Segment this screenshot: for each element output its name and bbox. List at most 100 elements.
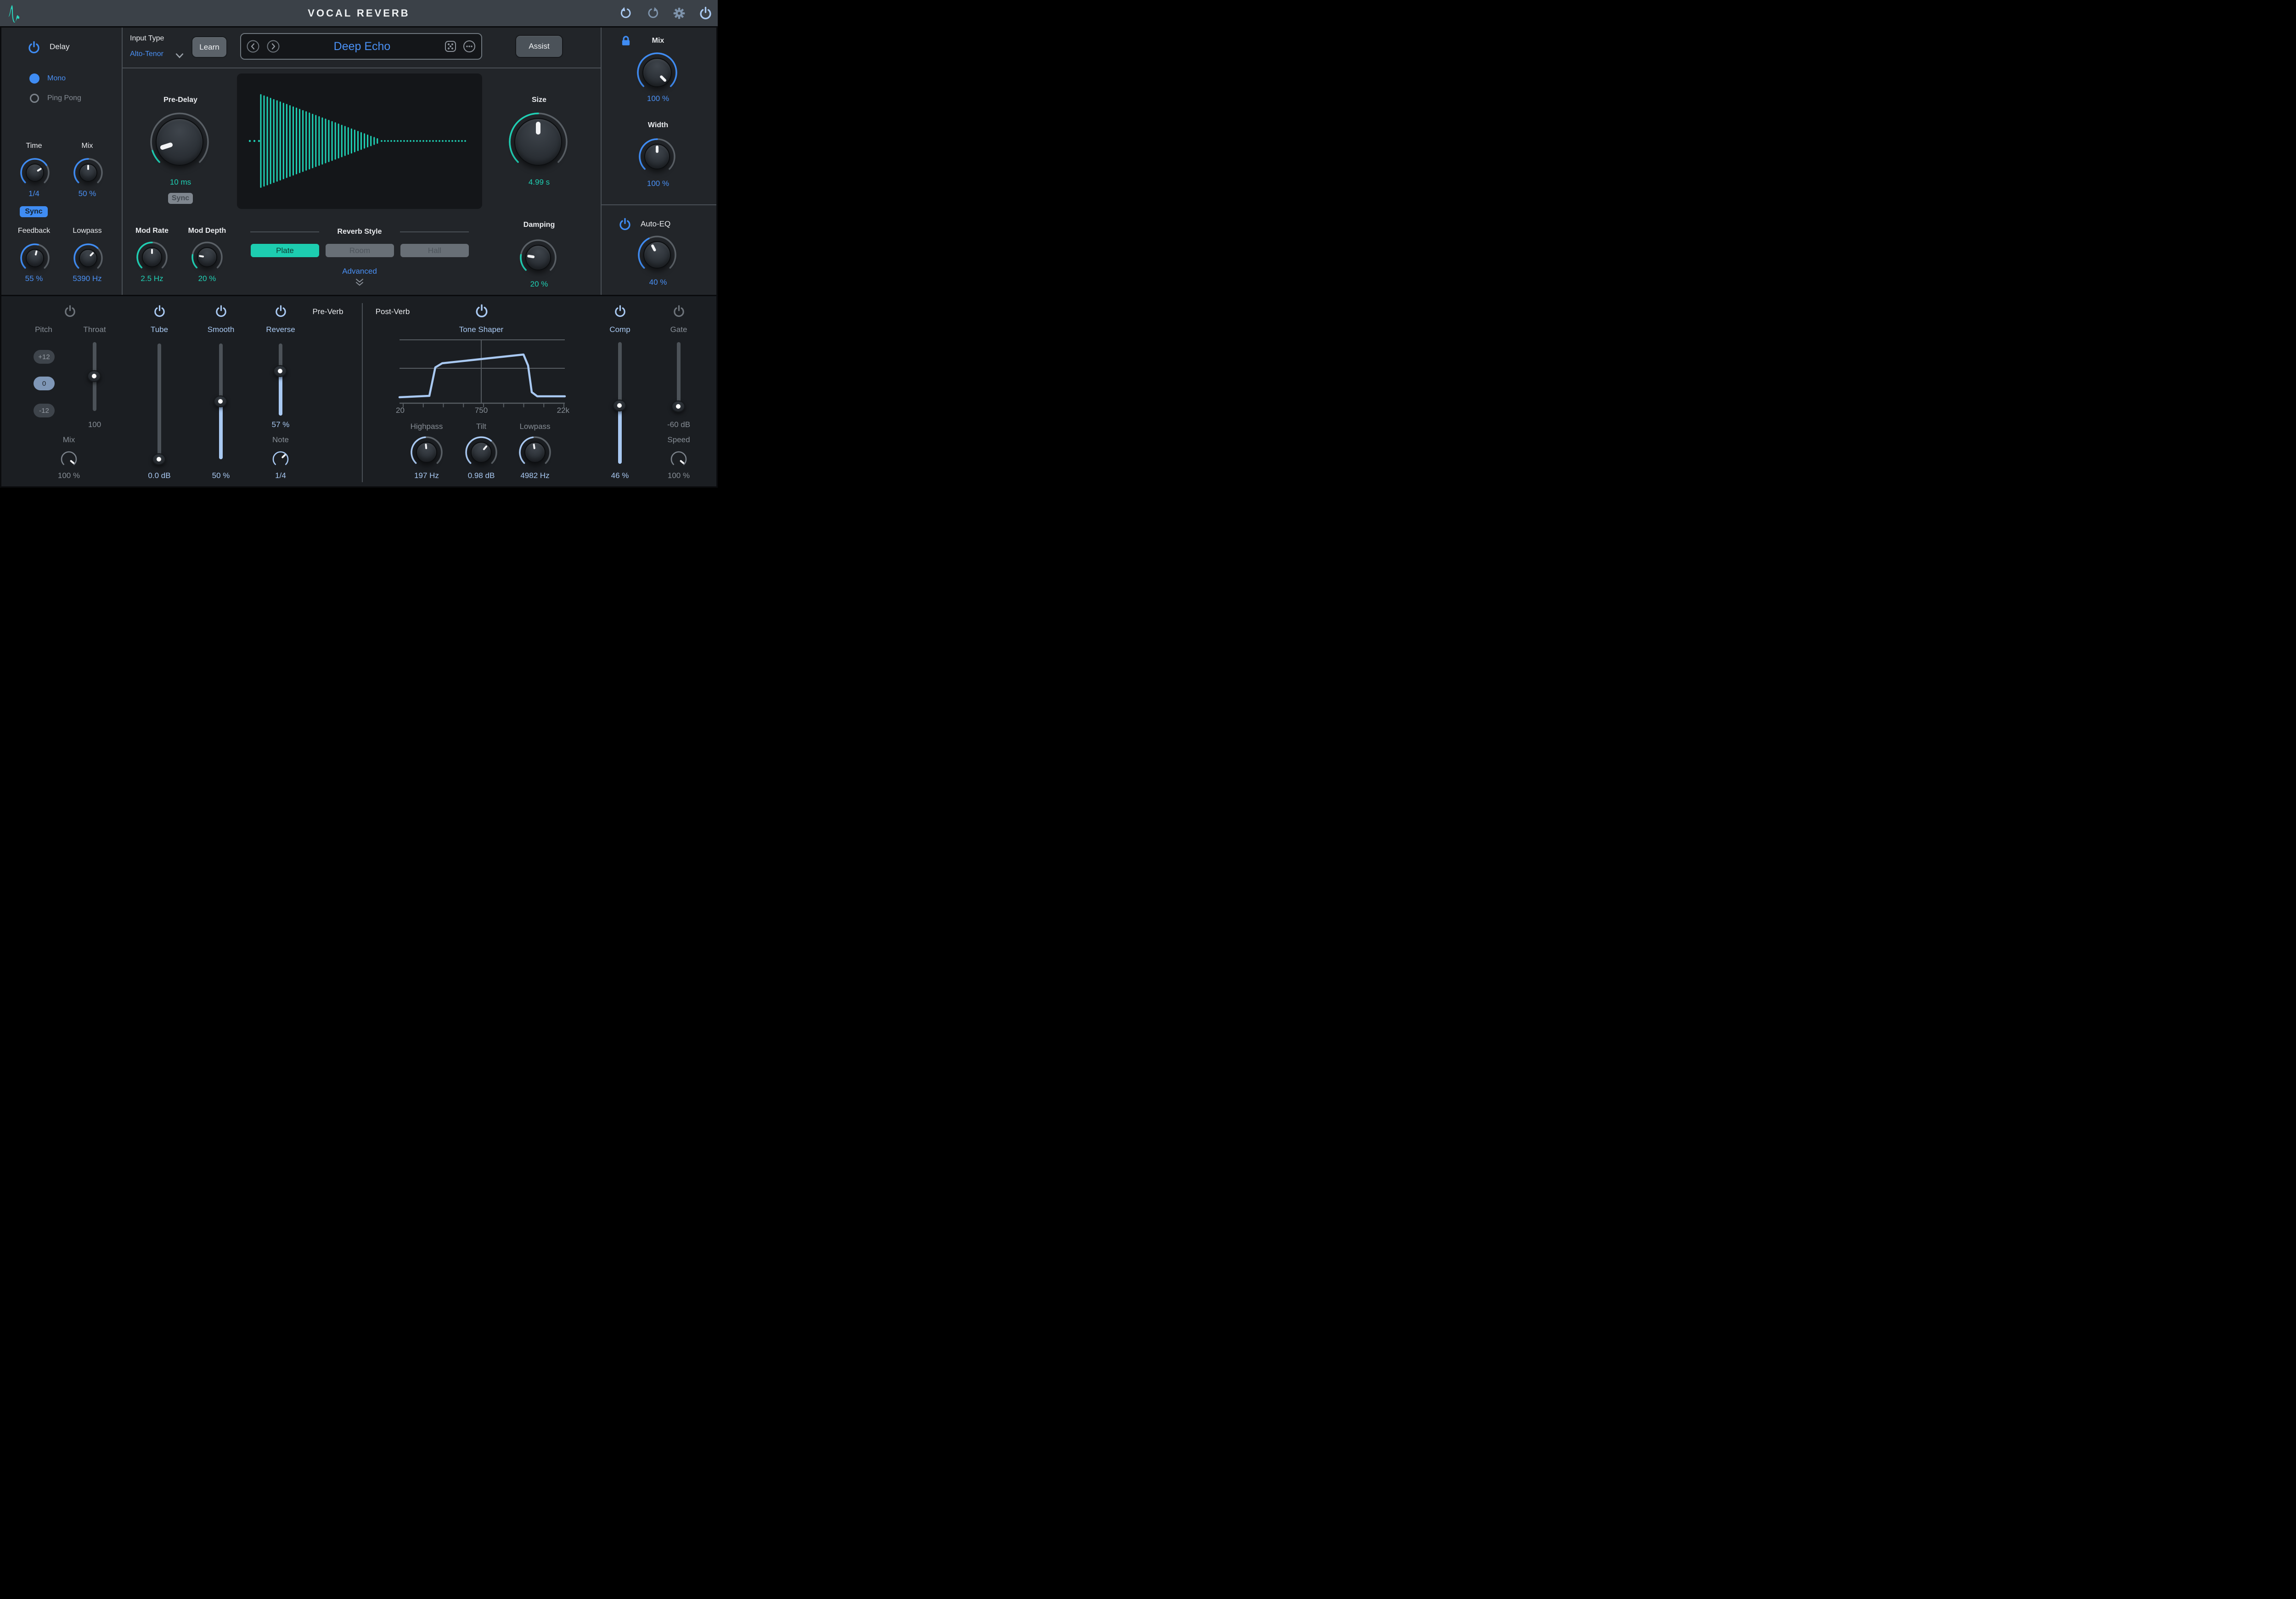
- mono-radio[interactable]: [29, 73, 39, 84]
- smooth-power-icon[interactable]: [215, 305, 227, 317]
- style-plate-button[interactable]: Plate: [251, 244, 319, 257]
- throat-slider[interactable]: [87, 342, 102, 411]
- reverb-waveform-display: [237, 73, 482, 209]
- feedback-label: Feedback: [6, 227, 62, 235]
- gate-slider[interactable]: [671, 342, 687, 411]
- preset-next-button[interactable]: [267, 40, 280, 53]
- note-knob[interactable]: [271, 450, 290, 468]
- pitch-mix-knob[interactable]: [60, 450, 78, 468]
- pitch-mix-value: 100 %: [41, 471, 96, 480]
- input-type-label: Input Type: [130, 34, 185, 43]
- autoeq-power-icon[interactable]: [619, 218, 631, 231]
- slider-thumb[interactable]: [152, 453, 166, 465]
- pitch-power-icon[interactable]: [64, 305, 76, 317]
- delay-lowpass-value: 5390 Hz: [60, 274, 115, 283]
- delay-mix-knob[interactable]: [73, 157, 104, 188]
- throat-value: 100: [67, 420, 122, 429]
- redo-icon[interactable]: [646, 7, 659, 20]
- slider-thumb[interactable]: [273, 365, 287, 377]
- slider-thumb-dot: [278, 369, 282, 373]
- mod-depth-knob[interactable]: [191, 241, 224, 274]
- autoeq-knob[interactable]: [637, 235, 677, 275]
- delay-section-label: Delay: [50, 42, 105, 51]
- tone-shaper-power-icon[interactable]: [475, 304, 489, 318]
- preset-prev-button[interactable]: [247, 40, 259, 53]
- comp-slider[interactable]: [612, 342, 628, 464]
- feedback-value: 55 %: [6, 274, 62, 283]
- slider-thumb[interactable]: [671, 400, 685, 412]
- delay-power-icon[interactable]: [28, 41, 40, 54]
- input-type-value[interactable]: Alto-Tenor: [130, 50, 174, 58]
- tilt-knob[interactable]: [464, 435, 498, 469]
- divider-preverb-postverb: [362, 303, 363, 482]
- mono-label[interactable]: Mono: [47, 74, 102, 83]
- comp-power-icon[interactable]: [614, 305, 626, 317]
- knob-pointer: [651, 244, 656, 252]
- advanced-link[interactable]: Advanced: [332, 267, 387, 276]
- speed-knob[interactable]: [670, 450, 688, 468]
- knob-pointer: [35, 250, 38, 255]
- pitch-zero-button[interactable]: 0: [34, 377, 55, 390]
- reverb-style-label: Reverb Style: [332, 228, 387, 236]
- style-hall-button[interactable]: Hall: [400, 244, 469, 257]
- preverb-label: Pre-Verb: [300, 307, 355, 316]
- time-knob[interactable]: [19, 157, 51, 188]
- reverb-style-line-left: [250, 231, 319, 232]
- mod-depth-label: Mod Depth: [180, 227, 235, 235]
- delay-mix-label: Mix: [60, 142, 115, 150]
- knob-pointer: [425, 444, 428, 450]
- style-room-button[interactable]: Room: [326, 244, 394, 257]
- undo-icon[interactable]: [620, 7, 633, 20]
- slider-thumb[interactable]: [87, 370, 101, 382]
- predelay-knob[interactable]: [149, 112, 210, 172]
- gate-label: Gate: [651, 325, 706, 334]
- tube-slider[interactable]: [152, 343, 167, 459]
- ping-pong-radio[interactable]: [30, 94, 39, 103]
- tone-shaper-label: Tone Shaper: [454, 325, 509, 334]
- slider-thumb[interactable]: [214, 395, 227, 407]
- size-knob[interactable]: [508, 112, 568, 172]
- mod-rate-knob[interactable]: [135, 241, 169, 274]
- feedback-knob[interactable]: [19, 242, 51, 274]
- predelay-sync-button[interactable]: Sync: [168, 193, 193, 204]
- highpass-value: 197 Hz: [399, 471, 454, 480]
- width-knob[interactable]: [638, 137, 676, 176]
- tilt-label: Tilt: [454, 422, 509, 431]
- width-value: 100 %: [630, 179, 686, 188]
- gear-icon[interactable]: [672, 6, 686, 20]
- smooth-slider[interactable]: [213, 343, 229, 459]
- power-icon[interactable]: [699, 6, 712, 20]
- tone-shaper-graph[interactable]: [393, 335, 572, 413]
- delay-lowpass-knob[interactable]: [73, 242, 104, 274]
- throat-label: Throat: [67, 325, 122, 334]
- tube-value: 0.0 dB: [132, 471, 187, 480]
- reverse-power-icon[interactable]: [275, 305, 287, 317]
- note-label: Note: [253, 435, 308, 445]
- learn-button[interactable]: Learn: [192, 37, 226, 57]
- preset-name[interactable]: Deep Echo: [280, 40, 445, 53]
- slider-fill: [618, 405, 622, 464]
- double-chevron-down-icon[interactable]: [355, 278, 365, 287]
- freq-label-22k: 22k: [542, 406, 569, 415]
- pitch-minus12-button[interactable]: -12: [34, 404, 55, 417]
- chevron-down-icon[interactable]: [175, 52, 184, 59]
- ellipsis-icon[interactable]: [463, 40, 476, 53]
- dice-icon[interactable]: [445, 40, 456, 52]
- out-mix-knob[interactable]: [636, 51, 678, 94]
- assist-button[interactable]: Assist: [516, 36, 562, 57]
- mod-rate-value: 2.5 Hz: [124, 274, 180, 283]
- damping-knob[interactable]: [519, 238, 557, 277]
- slider-thumb-dot: [676, 404, 681, 409]
- ping-pong-label[interactable]: Ping Pong: [47, 94, 102, 102]
- delay-sync-button[interactable]: Sync: [20, 206, 48, 217]
- tube-power-icon[interactable]: [153, 305, 166, 317]
- highpass-knob[interactable]: [410, 435, 444, 469]
- reverse-slider[interactable]: [273, 343, 288, 416]
- pitch-plus12-button[interactable]: +12: [34, 350, 55, 364]
- lowpass-knob[interactable]: [518, 435, 552, 469]
- smooth-value: 50 %: [193, 471, 248, 480]
- gate-power-icon[interactable]: [673, 305, 685, 317]
- slider-track: [158, 343, 161, 459]
- slider-thumb[interactable]: [613, 400, 626, 411]
- knob-pointer: [281, 454, 286, 459]
